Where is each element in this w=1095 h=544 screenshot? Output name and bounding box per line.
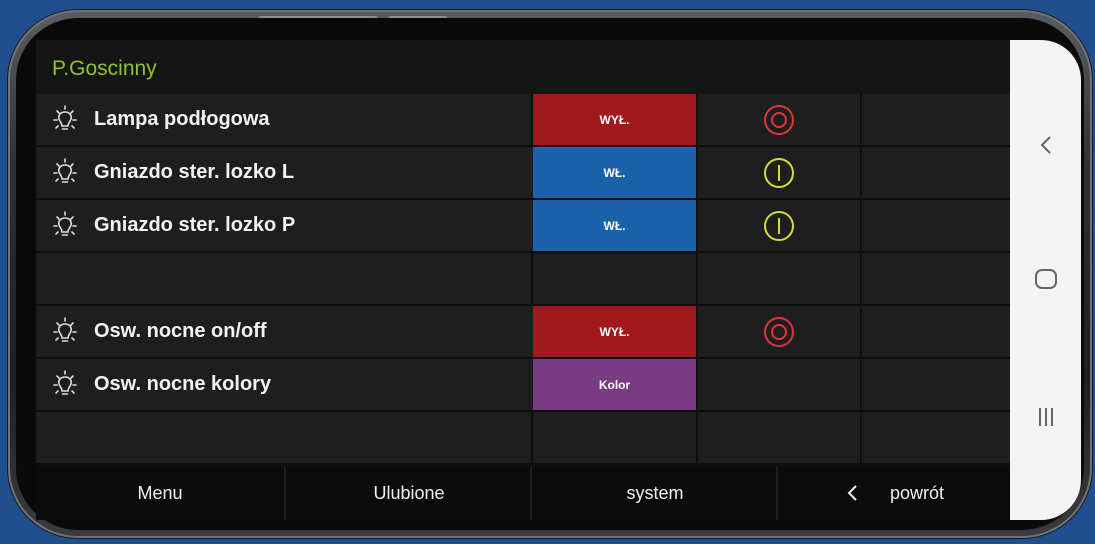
- lightbulb-icon: [53, 211, 77, 236]
- favorites-label: Ulubione: [373, 482, 445, 503]
- status-cell: [696, 306, 862, 357]
- list-item-gniazdo-p: Gniazdo ster. lozko P WŁ.: [36, 200, 1010, 253]
- off-button[interactable]: WYŁ.: [533, 306, 696, 357]
- recents-icon: [1038, 408, 1053, 426]
- power-off-icon: [764, 317, 794, 347]
- lightbulb-icon: [53, 317, 77, 342]
- android-back-button[interactable]: [1010, 132, 1081, 158]
- bottom-nav: Menu Ulubione system powrót: [36, 466, 1010, 520]
- item-label: Lampa podłogowa: [94, 108, 270, 130]
- chevron-left-icon: [1040, 136, 1051, 154]
- list-item-lampa: Lampa podłogowa WYŁ.: [36, 94, 1010, 147]
- home-icon: [1034, 269, 1057, 289]
- lightbulb-icon: [53, 370, 77, 395]
- list-item-osw-nocne: Osw. nocne on/off WYŁ.: [36, 306, 1010, 359]
- list-item-gniazdo-l: Gniazdo ster. lozko L WŁ.: [36, 147, 1010, 200]
- back-label: powrót: [889, 482, 945, 503]
- item-label: Gniazdo ster. lozko P: [94, 214, 296, 236]
- power-on-icon: [764, 211, 794, 241]
- page-title: P.Goscinny: [52, 57, 157, 80]
- android-home-button[interactable]: [1010, 266, 1081, 292]
- status-cell: [696, 94, 862, 145]
- android-nav-bar: [1010, 40, 1081, 520]
- app-screen: P.Goscinny Lampa podłogowa WYŁ. Gniazdo …: [36, 40, 1010, 520]
- on-button[interactable]: WŁ.: [533, 200, 696, 251]
- back-button[interactable]: powrót: [776, 466, 1010, 520]
- item-label: Gniazdo ster. lozko L: [94, 161, 295, 183]
- system-label: system: [626, 482, 684, 503]
- power-off-icon: [764, 105, 794, 135]
- menu-label: Menu: [137, 482, 183, 503]
- list-item-empty: [36, 253, 1010, 306]
- lightbulb-icon: [53, 105, 77, 130]
- color-button[interactable]: Kolor: [533, 359, 696, 410]
- title-bar: P.Goscinny: [36, 40, 1010, 94]
- lightbulb-icon: [53, 158, 77, 183]
- android-recents-button[interactable]: [1010, 404, 1081, 430]
- status-cell: [696, 200, 862, 251]
- system-button[interactable]: system: [530, 466, 778, 520]
- menu-button[interactable]: Menu: [36, 466, 284, 520]
- list-item-osw-kolory: Osw. nocne kolory Kolor: [36, 359, 1010, 412]
- list-item-empty: [36, 412, 1010, 465]
- item-label: Osw. nocne kolory: [94, 373, 272, 395]
- status-cell: [696, 147, 862, 198]
- off-button[interactable]: WYŁ.: [533, 94, 696, 145]
- favorites-button[interactable]: Ulubione: [284, 466, 532, 520]
- chevron-left-icon: [847, 485, 857, 501]
- item-label: Osw. nocne on/off: [94, 320, 267, 342]
- on-button[interactable]: WŁ.: [533, 147, 696, 198]
- power-on-icon: [764, 158, 794, 188]
